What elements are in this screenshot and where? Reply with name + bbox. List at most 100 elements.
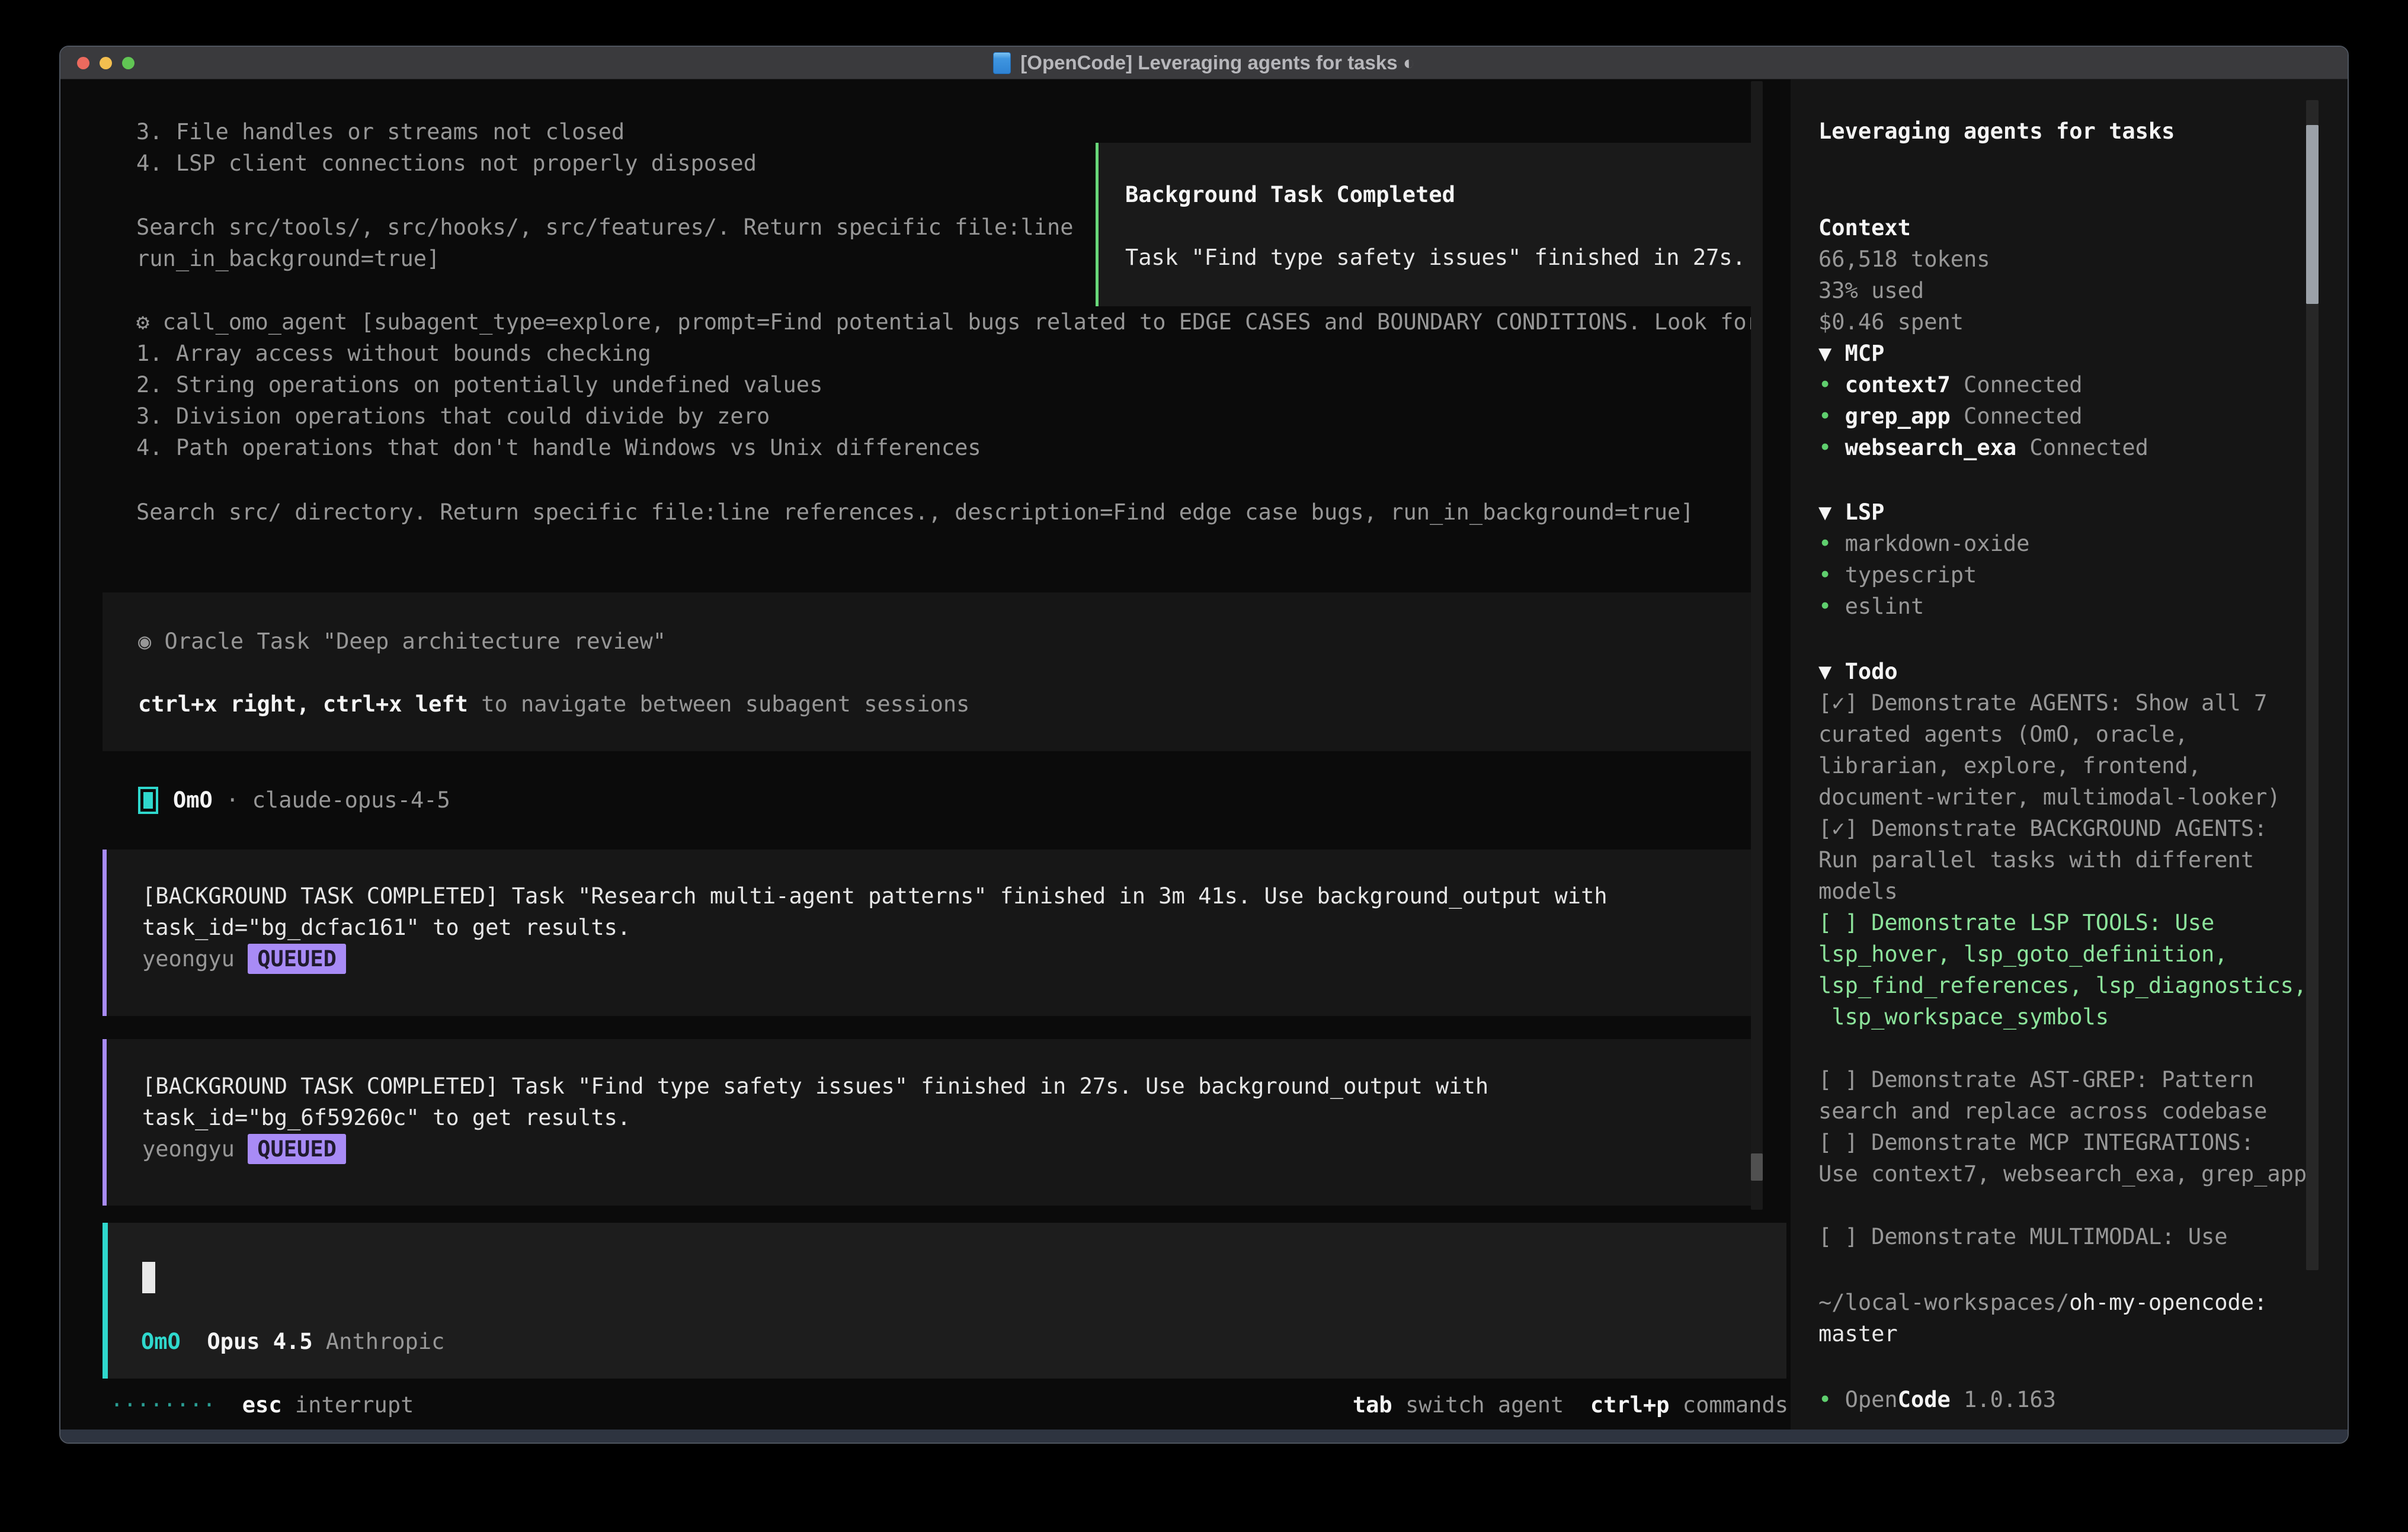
text-line: [BACKGROUND TASK COMPLETED] Task "Find t…: [142, 1071, 1488, 1102]
text-line: ctrl+x right, ctrl+x left to navigate be…: [138, 688, 969, 720]
text-line: Search src/tools/, src/hooks/, src/featu…: [136, 211, 1074, 243]
text-line: yeongyu QUEUED: [142, 943, 1608, 975]
main-scrollbar-thumb[interactable]: [1751, 1153, 1763, 1181]
text-line: $0.46 spent: [1818, 306, 1990, 338]
text-line: [138, 657, 969, 688]
mcp-section[interactable]: ▼ MCP• context7 Connected• grep_app Conn…: [1818, 338, 2148, 463]
text-line: ◉ Oracle Task "Deep architecture review": [138, 626, 969, 657]
text-line: ▼ MCP: [1818, 338, 2148, 369]
agent-session-header: OmO · claude-opus-4-5: [173, 784, 450, 816]
text-line: models: [1818, 876, 2307, 907]
text-line: tab switch agent ctrl+p commands: [1353, 1389, 1788, 1421]
minimize-button[interactable]: [100, 57, 112, 69]
text-line: • markdown-oxide: [1818, 528, 2029, 559]
tool-output-search2: Search src/ directory. Return specific f…: [136, 496, 1694, 528]
text-line: lsp_find_references, lsp_diagnostics,: [1818, 970, 2307, 1001]
text-line: search and replace across codebase: [1818, 1095, 2307, 1127]
zoom-button[interactable]: [122, 57, 135, 69]
text-line: [✓] Demonstrate BACKGROUND AGENTS:: [1818, 813, 2307, 844]
prompt-input[interactable]: OmO Opus 4.5 Anthropic: [103, 1223, 1786, 1379]
text-line: Leveraging agents for tasks: [1818, 116, 2175, 147]
text-line: ▼ LSP: [1818, 496, 2029, 528]
text-line: • eslint: [1818, 591, 2029, 622]
text-line: 3. File handles or streams not closed: [136, 116, 757, 148]
sidebar-scrollbar-thumb[interactable]: [2306, 125, 2319, 304]
text-line: [✓] Demonstrate AGENTS: Show all 7: [1818, 687, 2307, 719]
text-line: lsp_workspace_symbols: [1818, 1001, 2307, 1033]
task-card-text: [BACKGROUND TASK COMPLETED] Task "Find t…: [142, 1071, 1488, 1165]
text-line: [1125, 210, 1746, 242]
text-line: • context7 Connected: [1818, 369, 2148, 400]
text-line: 33% used: [1818, 275, 1990, 306]
text-line: [BACKGROUND TASK COMPLETED] Task "Resear…: [142, 880, 1608, 912]
text-line: Background Task Completed: [1125, 179, 1746, 210]
agent-icon: [138, 787, 158, 814]
text-line: ▼ Todo: [1818, 656, 2307, 687]
task-completed-card-1[interactable]: [BACKGROUND TASK COMPLETED] Task "Resear…: [103, 850, 1760, 1016]
workspace-path: ~/local-workspaces/oh-my-opencode:master: [1818, 1287, 2267, 1350]
text-line: master: [1818, 1318, 2267, 1350]
text-line: • typescript: [1818, 559, 2029, 591]
text-line: • OpenCode 1.0.163: [1818, 1384, 2056, 1415]
tool-call-omo-agent: ⚙ call_omo_agent [subagent_type=explore,…: [136, 306, 1760, 463]
text-line: yeongyu QUEUED: [142, 1133, 1488, 1165]
text-line: 3. Division operations that could divide…: [136, 400, 1760, 432]
text-line: [ ] Demonstrate MULTIMODAL: Use: [1818, 1221, 2307, 1252]
model-info: OmO Opus 4.5 Anthropic: [141, 1326, 444, 1357]
text-line: 66,518 tokens: [1818, 243, 1990, 275]
background-task-toast: Background Task Completed Task "Find typ…: [1096, 143, 1763, 306]
text-line: task_id="bg_dcfac161" to get results.: [142, 912, 1608, 943]
status-right: tab switch agent ctrl+p commands: [1353, 1389, 1788, 1421]
chat-area: 3. File handles or streams not closed4. …: [60, 79, 1791, 1431]
text-line: 4. Path operations that don't handle Win…: [136, 432, 1760, 463]
sidebar: Leveraging agents for tasks Context66,51…: [1791, 79, 2348, 1431]
window-title: [OpenCode] Leveraging agents for tasks ◐: [1020, 52, 1414, 74]
text-line: • grep_app Connected: [1818, 400, 2148, 432]
oracle-task-card[interactable]: ◉ Oracle Task "Deep architecture review"…: [103, 592, 1760, 751]
close-button[interactable]: [77, 57, 89, 69]
titlebar: [OpenCode] Leveraging agents for tasks ◐: [60, 47, 2348, 79]
main-scrollbar-track[interactable]: [1751, 81, 1763, 1210]
text-line: ~/local-workspaces/oh-my-opencode:: [1818, 1287, 2267, 1318]
task-completed-card-2[interactable]: [BACKGROUND TASK COMPLETED] Task "Find t…: [103, 1039, 1760, 1206]
tool-output-search-prompt: Search src/tools/, src/hooks/, src/featu…: [136, 211, 1074, 274]
text-cursor: [142, 1262, 155, 1293]
session-title: Leveraging agents for tasks: [1818, 116, 2175, 147]
text-line: [ ] Demonstrate MCP INTEGRATIONS:: [1818, 1127, 2307, 1158]
text-line: task_id="bg_6f59260c" to get results.: [142, 1102, 1488, 1133]
text-line: Context: [1818, 212, 1990, 243]
todo-section[interactable]: ▼ Todo[✓] Demonstrate AGENTS: Show all 7…: [1818, 656, 2307, 1252]
text-line: librarian, explore, frontend,: [1818, 750, 2307, 781]
window-bottom-bar: [60, 1430, 2348, 1443]
document-icon: [993, 52, 1011, 74]
traffic-lights: [77, 57, 135, 69]
task-card-text: [BACKGROUND TASK COMPLETED] Task "Resear…: [142, 880, 1608, 975]
tool-output-leaks: 3. File handles or streams not closed4. …: [136, 116, 757, 179]
text-line: Use context7, websearch_exa, grep_app: [1818, 1158, 2307, 1190]
opencode-version: • OpenCode 1.0.163: [1818, 1384, 2056, 1415]
toast-text: Background Task Completed Task "Find typ…: [1125, 179, 1746, 273]
text-line: OmO Opus 4.5 Anthropic: [141, 1326, 444, 1357]
text-line: ⚙ call_omo_agent [subagent_type=explore,…: [136, 306, 1760, 338]
text-line: • websearch_exa Connected: [1818, 432, 2148, 463]
text-line: [ ] Demonstrate LSP TOOLS: Use: [1818, 907, 2307, 938]
text-line: ········ esc interrupt: [110, 1389, 414, 1421]
text-line: [ ] Demonstrate AST-GREP: Pattern: [1818, 1064, 2307, 1095]
text-line: curated agents (OmO, oracle,: [1818, 719, 2307, 750]
terminal-window: [OpenCode] Leveraging agents for tasks ◐…: [59, 46, 2349, 1444]
text-line: OmO · claude-opus-4-5: [173, 784, 450, 816]
text-line: 1. Array access without bounds checking: [136, 338, 1760, 369]
text-line: document-writer, multimodal-looker): [1818, 781, 2307, 813]
text-line: Task "Find type safety issues" finished …: [1125, 242, 1746, 273]
text-line: 4. LSP client connections not properly d…: [136, 148, 757, 179]
oracle-task-text: ◉ Oracle Task "Deep architecture review"…: [138, 626, 969, 720]
status-left: ········ esc interrupt: [110, 1389, 414, 1421]
text-line: run_in_background=true]: [136, 243, 1074, 274]
text-line: Search src/ directory. Return specific f…: [136, 496, 1694, 528]
lsp-section[interactable]: ▼ LSP• markdown-oxide• typescript• eslin…: [1818, 496, 2029, 622]
text-line: lsp_hover, lsp_goto_definition,: [1818, 938, 2307, 970]
context-section: Context66,518 tokens33% used$0.46 spent: [1818, 212, 1990, 338]
text-line: [1818, 1190, 2307, 1221]
text-line: Run parallel tasks with different: [1818, 844, 2307, 876]
text-line: 2. String operations on potentially unde…: [136, 369, 1760, 400]
